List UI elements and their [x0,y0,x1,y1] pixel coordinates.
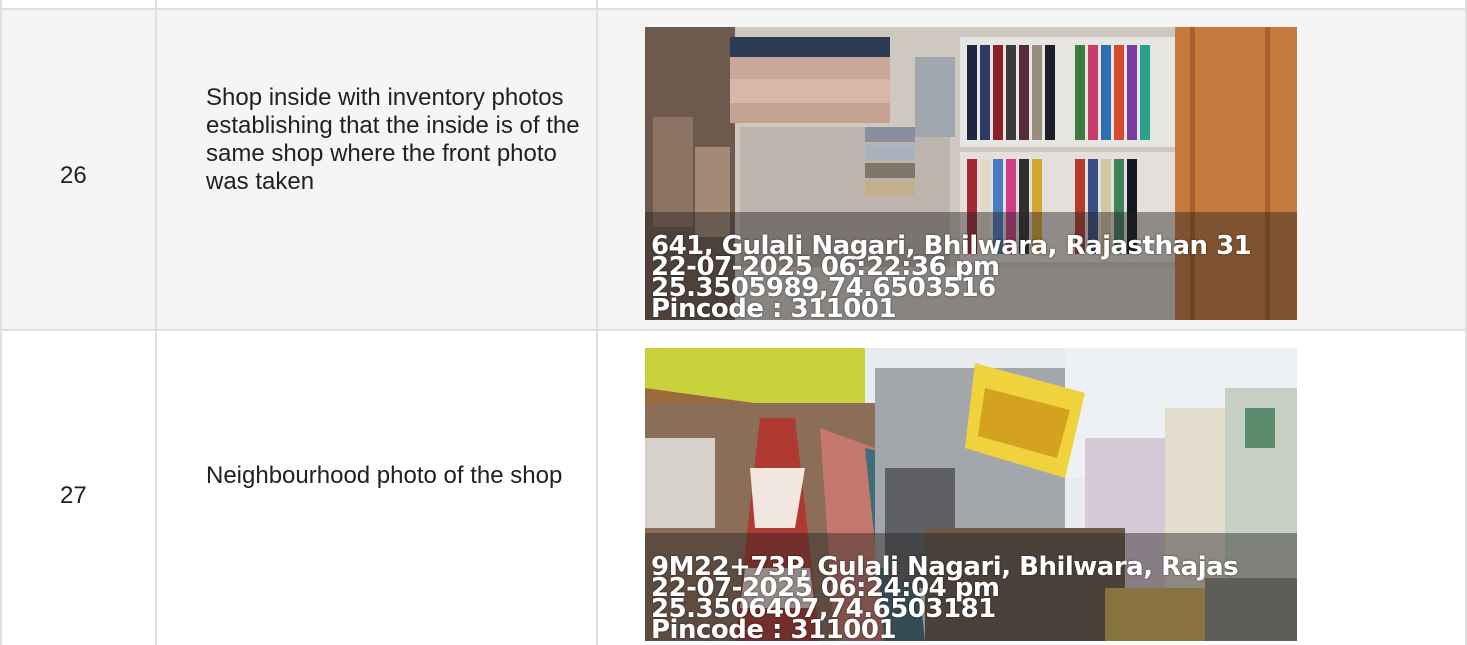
table-row: 27 Neighbourhood photo of the shop 9M22+… [0,331,1467,645]
table-border-top [0,8,1467,10]
row-divider [0,329,1467,331]
shop-interior-photo: 641, Gulali Nagari, Bhilwara, Rajasthan … [645,27,1297,320]
row-number: 27 [60,482,87,509]
geo-timestamp-overlay: 641, Gulali Nagari, Bhilwara, Rajasthan … [651,233,1297,320]
geo-timestamp-overlay: 9M22+73P, Gulali Nagari, Bhilwara, Rajas… [651,554,1297,641]
evidence-table: 26 Shop inside with inventory photos est… [0,0,1467,645]
row-description: Neighbourhood photo of the shop [206,462,563,489]
row-number: 26 [60,162,87,189]
column-divider [155,0,157,645]
shop-neighbourhood-photo: 9M22+73P, Gulali Nagari, Bhilwara, Rajas… [645,348,1297,641]
row-description: Shop inside with inventory photos establ… [206,84,580,195]
column-divider [596,0,598,645]
table-row: 26 Shop inside with inventory photos est… [0,10,1467,329]
column-divider [0,0,2,645]
